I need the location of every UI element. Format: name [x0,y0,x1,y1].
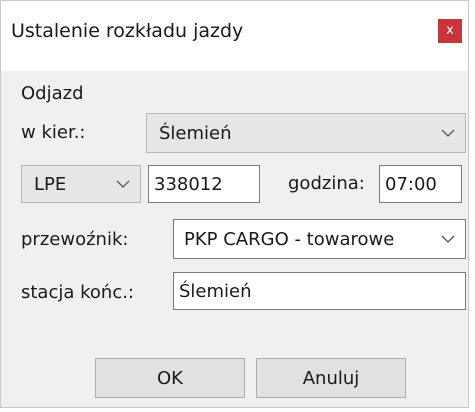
direction-label: w kier.: [21,122,86,143]
final-station-field[interactable]: Ślemień [173,272,466,310]
carrier-value: PKP CARGO - towarowe [184,228,395,250]
dialog-window: Ustalenie rozkładu jazdy x Odjazd w kier… [0,0,469,408]
final-station-label: stacja końc.: [21,282,135,303]
direction-value: Ślemień [159,122,232,144]
title-bar[interactable]: Ustalenie rozkładu jazdy x [1,1,468,71]
section-title: Odjazd [21,83,84,104]
line-code-value: LPE [34,173,67,195]
time-label: godzina: [288,173,365,194]
time-field[interactable]: 07:00 [379,165,462,203]
carrier-label: przewoźnik: [21,229,129,250]
ok-button[interactable]: OK [95,358,245,398]
train-number-field[interactable]: 338012 [148,165,260,203]
chevron-down-icon [441,129,455,137]
direction-select[interactable]: Ślemień [146,113,466,153]
close-button[interactable]: x [438,19,462,43]
cancel-button[interactable]: Anuluj [256,358,406,398]
chevron-down-icon [441,235,455,243]
close-icon: x [446,23,454,38]
chevron-down-icon [116,180,130,188]
window-title: Ustalenie rozkładu jazdy [11,20,244,42]
carrier-select[interactable]: PKP CARGO - towarowe [173,219,466,259]
line-code-select[interactable]: LPE [21,165,141,203]
